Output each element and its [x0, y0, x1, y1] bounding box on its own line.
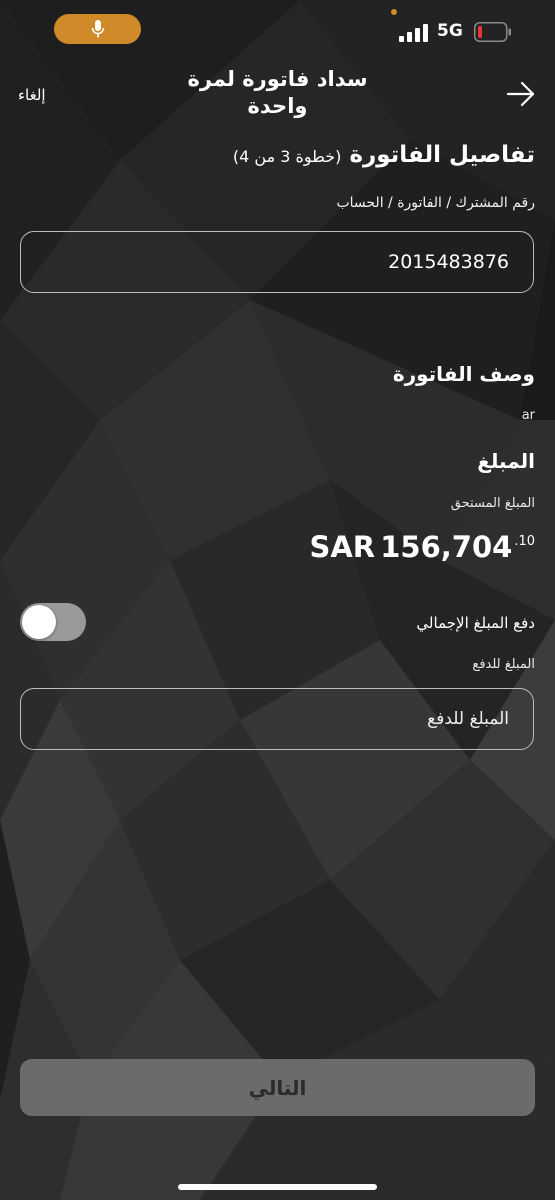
network-label: 5G [437, 21, 463, 41]
currency-label: SAR [309, 530, 376, 564]
microphone-indicator [54, 14, 141, 44]
next-button[interactable]: التالي [20, 1059, 535, 1116]
amount-title: المبلغ [477, 449, 535, 473]
cancel-button[interactable]: إلغاء [18, 86, 46, 104]
step-indicator: (خطوة 3 من 4) [232, 147, 342, 166]
payment-amount-label: المبلغ للدفع [472, 657, 535, 672]
bill-description-value: ar [521, 408, 535, 423]
privacy-indicator-dot [391, 9, 397, 15]
amount-main: 156,704 [380, 530, 513, 564]
bill-description-title: وصف الفاتورة [392, 362, 535, 386]
signal-icon [399, 24, 428, 42]
account-label: رقم المشترك / الفاتورة / الحساب [336, 195, 535, 211]
amount-decimals: .10 [514, 534, 535, 549]
toggle-knob [22, 605, 56, 639]
account-number-field[interactable]: 2015483876 [20, 231, 534, 293]
microphone-icon [91, 20, 104, 38]
full-amount-label: دفع المبلغ الإجمالي [416, 614, 535, 632]
payment-amount-input[interactable]: المبلغ للدفع [20, 688, 534, 750]
section-title: تفاصيل الفاتورة (خطوة 3 من 4) [233, 142, 535, 168]
section-title-text: تفاصيل الفاتورة [349, 142, 535, 168]
account-number-value: 2015483876 [388, 251, 509, 273]
amount-due-label: المبلغ المستحق [450, 496, 535, 511]
battery-icon [474, 22, 511, 42]
home-indicator[interactable] [178, 1184, 377, 1190]
amount-due-value: SAR 156,704.10 [309, 530, 535, 564]
page-title: سداد فاتورة لمرة واحدة [187, 67, 368, 118]
payment-amount-placeholder: المبلغ للدفع [427, 709, 509, 729]
arrow-right-icon[interactable] [505, 80, 537, 108]
full-amount-toggle[interactable] [20, 603, 86, 641]
